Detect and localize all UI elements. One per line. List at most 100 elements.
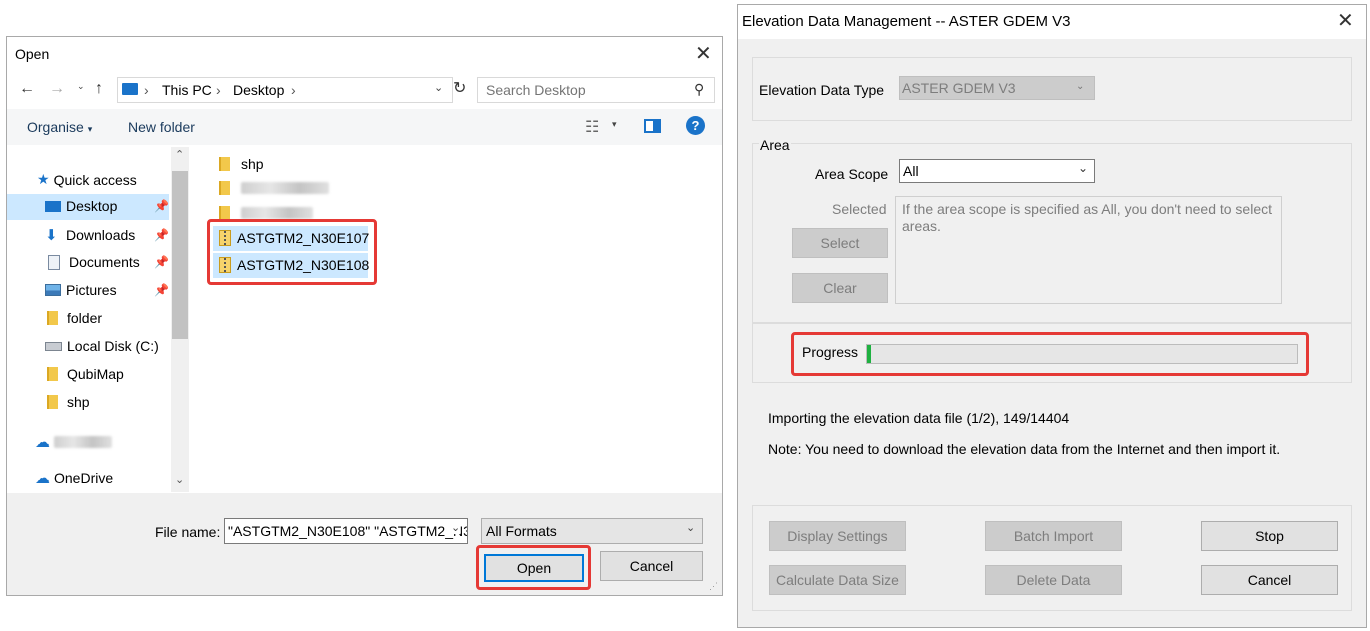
nav-item-documents[interactable]: Documents 📌: [45, 254, 169, 270]
forward-arrow-icon[interactable]: →: [49, 80, 65, 98]
cancel-button[interactable]: Cancel: [600, 551, 703, 581]
elevation-data-type-value: ASTER GDEM V3: [902, 80, 1016, 96]
file-name-value: "ASTGTM2_N30E108" "ASTGTM2_N3: [228, 523, 468, 539]
selected-areas-box: If the area scope is specified as All, y…: [895, 196, 1282, 304]
nav-item-downloads[interactable]: ⬇ Downloads 📌: [45, 226, 169, 244]
nav-item-label: Pictures: [66, 282, 117, 298]
title-bar: Elevation Data Management -- ASTER GDEM …: [738, 5, 1366, 39]
drive-icon: [45, 341, 62, 351]
file-name-label: File name:: [155, 524, 221, 540]
delete-data-button[interactable]: Delete Data: [985, 565, 1122, 595]
file-item-shp[interactable]: shp: [219, 156, 264, 172]
scrollbar-thumb[interactable]: [172, 171, 188, 339]
file-name-field[interactable]: "ASTGTM2_N30E108" "ASTGTM2_N3 ⌄: [224, 518, 468, 544]
redacted-label: [241, 182, 329, 194]
redacted-label: [241, 207, 313, 219]
nav-item-pictures[interactable]: Pictures 📌: [45, 282, 169, 298]
calculate-data-size-button[interactable]: Calculate Data Size: [769, 565, 906, 595]
back-arrow-icon[interactable]: ←: [19, 80, 35, 98]
nav-item-folder[interactable]: folder: [47, 310, 102, 326]
scroll-down-icon[interactable]: ⌄: [175, 473, 184, 486]
nav-item-shp[interactable]: shp: [47, 394, 90, 410]
close-icon[interactable]: ✕: [1337, 11, 1354, 31]
file-item-redacted[interactable]: [219, 181, 329, 195]
area-scope-value: All: [903, 163, 919, 179]
desktop-icon: [45, 200, 61, 212]
area-group-label: Area: [759, 137, 791, 153]
nav-item-onedrive[interactable]: ☁ OneDrive: [35, 469, 113, 487]
folder-icon: [219, 206, 230, 220]
nav-quick-access-label: Quick access: [53, 171, 137, 188]
file-list: shp ASTGTM2_N30E107 ASTGTM2_N30E108: [191, 147, 722, 492]
batch-import-button[interactable]: Batch Import: [985, 521, 1122, 551]
select-button[interactable]: Select: [792, 228, 888, 258]
stop-button[interactable]: Stop: [1201, 521, 1338, 551]
nav-item-label: Desktop: [66, 198, 118, 214]
progress-group: Progress: [752, 323, 1352, 383]
file-name-dropdown-icon[interactable]: ⌄: [451, 521, 461, 534]
nav-item-local-disk[interactable]: Local Disk (C:): [45, 338, 159, 354]
chevron-down-icon: ⌄: [1078, 161, 1089, 175]
address-dropdown-icon[interactable]: ⌄: [434, 81, 443, 94]
recent-locations-chevron-icon[interactable]: ⌄: [77, 81, 85, 92]
nav-item-desktop[interactable]: Desktop 📌: [45, 198, 169, 214]
folder-icon: [47, 395, 58, 409]
navigation-scrollbar[interactable]: ⌃ ⌄: [171, 147, 189, 492]
area-scope-select[interactable]: All ⌄: [899, 159, 1095, 183]
elevation-data-type-select[interactable]: ASTER GDEM V3 ⌄: [899, 76, 1095, 100]
nav-item-label: Downloads: [66, 227, 136, 243]
search-input[interactable]: [484, 81, 684, 99]
separator-icon: ›: [291, 82, 296, 98]
address-bar[interactable]: › This PC › Desktop › ⌄: [117, 77, 453, 103]
nav-quick-access[interactable]: ★ Quick access: [37, 171, 137, 188]
nav-item-cloud-account[interactable]: ☁: [35, 433, 112, 451]
chevron-down-icon: ⌄: [1076, 81, 1085, 92]
file-name: shp: [241, 156, 264, 172]
import-status-text: Importing the elevation data file (1/2),…: [768, 410, 1070, 426]
pin-icon: 📌: [154, 199, 169, 213]
navigation-pane: ★ Quick access Desktop 📌 ⬇ Downloads 📌 D…: [7, 147, 190, 492]
up-arrow-icon[interactable]: ↑: [95, 80, 103, 98]
star-icon: ★: [37, 171, 50, 187]
dialog-footer: File name: "ASTGTM2_N30E108" "ASTGTM2_N3…: [7, 493, 722, 595]
display-settings-button[interactable]: Display Settings: [769, 521, 906, 551]
dialog-title: Elevation Data Management -- ASTER GDEM …: [742, 13, 1071, 30]
area-scope-label: Area Scope: [815, 166, 889, 182]
view-options-icon[interactable]: ☷: [585, 117, 599, 137]
file-item-redacted[interactable]: [219, 206, 313, 220]
file-type-value: All Formats: [486, 523, 557, 539]
nav-item-label: OneDrive: [54, 470, 114, 486]
resize-grip-icon[interactable]: ⋰: [709, 581, 718, 592]
new-folder-button[interactable]: New folder: [128, 119, 195, 135]
preview-pane-icon[interactable]: [644, 119, 661, 133]
dialog-title: Open: [15, 46, 50, 62]
refresh-icon[interactable]: ↻: [453, 78, 466, 98]
close-icon[interactable]: ✕: [695, 44, 712, 64]
toolbar: Organise ▾ New folder ☷ ▾ ?: [7, 109, 722, 145]
nav-item-label: Local Disk (C:): [67, 338, 159, 354]
file-type-select[interactable]: All Formats ⌄: [481, 518, 703, 544]
nav-item-label: QubiMap: [67, 366, 124, 382]
open-file-dialog: Open ✕ ← → ⌄ ↑ › This PC › Desktop › ⌄ ↻…: [6, 36, 723, 596]
pin-icon: 📌: [154, 283, 169, 297]
breadcrumb-this-pc[interactable]: This PC: [162, 82, 212, 98]
pictures-icon: [45, 284, 61, 296]
elevation-data-type-label: Elevation Data Type: [759, 82, 885, 98]
download-note-text: Note: You need to download the elevation…: [768, 441, 1281, 457]
pin-icon: 📌: [154, 255, 169, 269]
nav-item-qubimap[interactable]: QubiMap: [47, 366, 124, 382]
selected-areas-info-text: If the area scope is specified as All, y…: [902, 201, 1273, 234]
clear-button[interactable]: Clear: [792, 273, 888, 303]
folder-icon: [219, 181, 230, 195]
help-icon[interactable]: ?: [686, 116, 705, 135]
organise-menu-button[interactable]: Organise ▾: [27, 119, 92, 135]
cancel-button[interactable]: Cancel: [1201, 565, 1338, 595]
nav-item-label: folder: [67, 310, 103, 326]
organise-label: Organise: [27, 119, 84, 135]
search-box[interactable]: ⚲: [477, 77, 715, 103]
view-dropdown-icon[interactable]: ▾: [612, 119, 617, 130]
scroll-up-icon[interactable]: ⌃: [175, 148, 184, 161]
nav-item-label: shp: [67, 394, 90, 410]
breadcrumb-desktop[interactable]: Desktop: [233, 82, 284, 98]
open-button-highlight-box: [476, 545, 591, 590]
